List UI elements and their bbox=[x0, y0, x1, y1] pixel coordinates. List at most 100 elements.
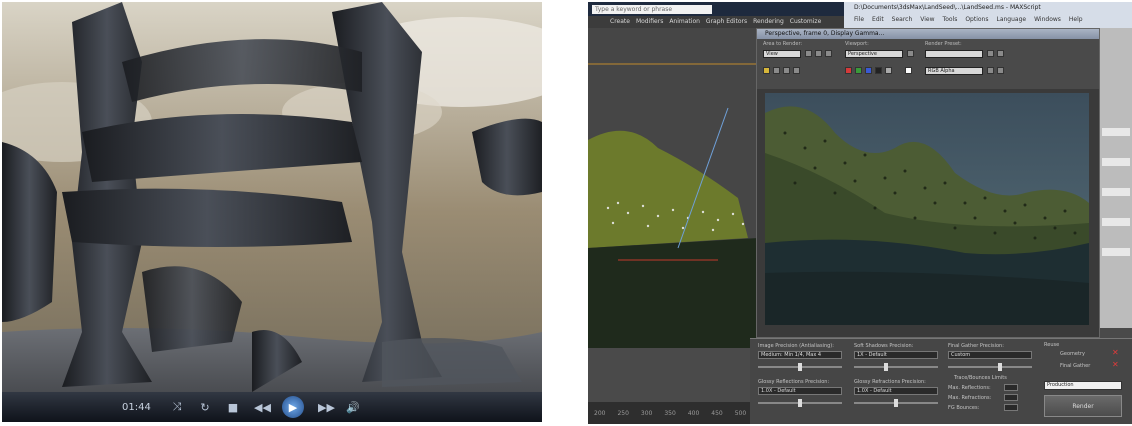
image-precision-slider[interactable] bbox=[758, 363, 842, 371]
maxscript-menu: File Edit Search View Tools Options Lang… bbox=[854, 16, 1083, 23]
render-window-title: Perspective, frame 0, Display Gamma... bbox=[757, 29, 1099, 39]
reuse-final-gather-label: Final Gather bbox=[1060, 363, 1091, 369]
viewport-label: Viewport: bbox=[845, 41, 869, 47]
fg-bounces-label: FG Bounces: bbox=[948, 405, 980, 411]
video-player[interactable]: 01:44 ⤨ ↻ ■ ◀◀ ▶ ▶▶ 🔊 bbox=[2, 2, 542, 422]
renderer-settings-panel: Image Precision (Antialiasing): Medium: … bbox=[750, 338, 1132, 424]
next-icon[interactable]: ▶▶ bbox=[318, 401, 335, 414]
red-channel-icon[interactable] bbox=[845, 67, 852, 74]
ruler-tick: 400 bbox=[687, 409, 700, 417]
max-menu-bar: Create Modifiers Animation Graph Editors… bbox=[588, 16, 848, 28]
ruler-tick: 350 bbox=[664, 409, 676, 417]
final-gather-precision-label: Final Gather Precision: bbox=[948, 343, 1004, 349]
max-refractions-spinner[interactable] bbox=[1004, 394, 1018, 401]
script-menu-search[interactable]: Search bbox=[892, 16, 913, 23]
render-preset-select[interactable] bbox=[925, 50, 983, 58]
glossy-reflections-field[interactable]: 1.0X - Default bbox=[758, 387, 842, 395]
menu-rendering[interactable]: Rendering bbox=[753, 16, 784, 28]
ruler-tick: 500 bbox=[734, 409, 747, 417]
geometry-clear-icon[interactable]: ✕ bbox=[1112, 348, 1119, 357]
render-preset-label: Render Preset: bbox=[925, 41, 962, 47]
reuse-geometry-label: Geometry bbox=[1060, 351, 1085, 357]
image-precision-label: Image Precision (Antialiasing): bbox=[758, 343, 834, 349]
ruler-tick: 200 bbox=[594, 409, 606, 417]
final-gather-slider[interactable] bbox=[948, 363, 1032, 371]
lock-icon[interactable] bbox=[825, 50, 832, 57]
repeat-icon[interactable]: ↻ bbox=[198, 401, 212, 414]
soft-shadows-field[interactable]: 1X - Default bbox=[854, 351, 938, 359]
script-menu-help[interactable]: Help bbox=[1069, 16, 1083, 23]
final-gather-precision-field[interactable]: Custom bbox=[948, 351, 1032, 359]
ruler-tick: 300 bbox=[640, 409, 653, 417]
glossy-refractions-label: Glossy Refractions Precision: bbox=[854, 379, 926, 385]
render-toolbar: Area to Render: View Viewport: Perspecti… bbox=[757, 39, 1099, 89]
viewport-select[interactable]: Perspective bbox=[845, 50, 903, 58]
channel-select[interactable]: RGB Alpha bbox=[925, 67, 983, 75]
command-panel-field[interactable] bbox=[1102, 248, 1130, 256]
final-gather-clear-icon[interactable]: ✕ bbox=[1112, 360, 1119, 369]
area-to-render-label: Area to Render: bbox=[763, 41, 803, 47]
script-menu-edit[interactable]: Edit bbox=[872, 16, 884, 23]
menu-animation[interactable]: Animation bbox=[669, 16, 700, 28]
toggle-ui-icon[interactable] bbox=[987, 67, 994, 74]
glossy-reflections-slider[interactable] bbox=[758, 399, 842, 407]
menu-create[interactable]: Create bbox=[610, 16, 630, 28]
command-panel-field[interactable] bbox=[1102, 158, 1130, 166]
script-menu-view[interactable]: View bbox=[920, 16, 934, 23]
render-scene bbox=[765, 93, 1089, 325]
video-frame bbox=[2, 2, 542, 422]
playback-time: 01:44 bbox=[122, 401, 151, 413]
environment-icon[interactable] bbox=[997, 50, 1004, 57]
menu-customize[interactable]: Customize bbox=[790, 16, 822, 28]
monochrome-icon[interactable] bbox=[885, 67, 892, 74]
command-panel-field[interactable] bbox=[1102, 188, 1130, 196]
max-reflections-spinner[interactable] bbox=[1004, 384, 1018, 391]
render-button[interactable]: Render bbox=[1044, 395, 1122, 417]
viewport-scene bbox=[588, 28, 758, 348]
play-button[interactable]: ▶ bbox=[282, 396, 304, 418]
trace-bounces-label: Trace/Bounces Limits bbox=[954, 375, 1007, 381]
save-image-icon[interactable] bbox=[763, 67, 770, 74]
menu-modifiers[interactable]: Modifiers bbox=[636, 16, 663, 28]
script-menu-tools[interactable]: Tools bbox=[943, 16, 958, 23]
perspective-viewport[interactable] bbox=[588, 28, 758, 348]
clone-window-icon[interactable] bbox=[783, 67, 790, 74]
ruler-tick: 250 bbox=[617, 409, 629, 417]
script-menu-options[interactable]: Options bbox=[965, 16, 988, 23]
command-panel-field[interactable] bbox=[1102, 128, 1130, 136]
script-menu-language[interactable]: Language bbox=[996, 16, 1026, 23]
green-channel-icon[interactable] bbox=[855, 67, 862, 74]
lock-viewport-icon[interactable] bbox=[907, 50, 914, 57]
maxscript-window: D:\Documents\3dsMax\LandSeed\...\LandSee… bbox=[844, 2, 1132, 28]
command-panel[interactable] bbox=[1100, 28, 1132, 328]
keyword-search-input[interactable]: Type a keyword or phrase bbox=[592, 5, 712, 14]
max-refractions-label: Max. Refractions: bbox=[948, 395, 992, 401]
maxscript-title: D:\Documents\3dsMax\LandSeed\...\LandSee… bbox=[854, 4, 1041, 11]
script-menu-windows[interactable]: Windows bbox=[1034, 16, 1061, 23]
auto-region-icon[interactable] bbox=[815, 50, 822, 57]
menu-graph-editors[interactable]: Graph Editors bbox=[706, 16, 747, 28]
soft-shadows-slider[interactable] bbox=[854, 363, 938, 371]
blue-channel-icon[interactable] bbox=[865, 67, 872, 74]
copy-image-icon[interactable] bbox=[773, 67, 780, 74]
script-menu-file[interactable]: File bbox=[854, 16, 864, 23]
volume-icon[interactable]: 🔊 bbox=[346, 401, 360, 414]
time-ruler[interactable]: 200 250 300 350 400 450 500 bbox=[588, 402, 758, 424]
glossy-refractions-slider[interactable] bbox=[854, 399, 938, 407]
shuffle-icon[interactable]: ⤨ bbox=[170, 400, 184, 414]
previous-icon[interactable]: ◀◀ bbox=[254, 401, 271, 414]
area-to-render-select[interactable]: View bbox=[763, 50, 801, 58]
stop-icon[interactable]: ■ bbox=[226, 401, 240, 414]
render-mode-select[interactable]: Production bbox=[1044, 381, 1122, 390]
image-precision-field[interactable]: Medium: Min 1/4, Max 4 bbox=[758, 351, 842, 359]
glossy-refractions-field[interactable]: 1.0X - Default bbox=[854, 387, 938, 395]
edit-region-icon[interactable] bbox=[805, 50, 812, 57]
display-icon[interactable] bbox=[997, 67, 1004, 74]
fg-bounces-spinner[interactable] bbox=[1004, 404, 1018, 411]
print-icon[interactable] bbox=[793, 67, 800, 74]
render-setup-icon[interactable] bbox=[987, 50, 994, 57]
clear-icon[interactable] bbox=[905, 67, 912, 74]
alpha-channel-icon[interactable] bbox=[875, 67, 882, 74]
command-panel-field[interactable] bbox=[1102, 218, 1130, 226]
max-application: Type a keyword or phrase Create Modifier… bbox=[588, 2, 1132, 424]
